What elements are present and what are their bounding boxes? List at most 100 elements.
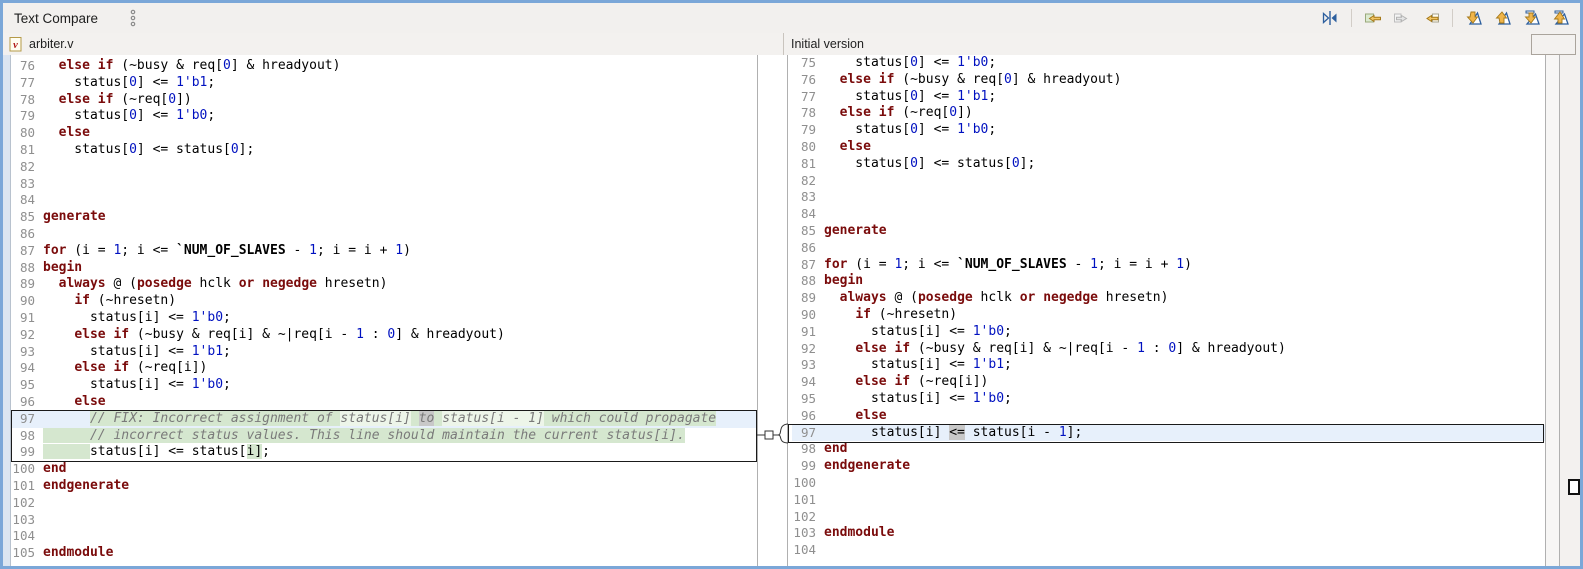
code-line[interactable]: 76 else if (~busy & req[0] & hreadyout) [792, 72, 1545, 89]
line-number: 102 [793, 508, 816, 524]
code-line[interactable]: 79 status[0] <= 1'b0; [11, 108, 757, 125]
code-line[interactable]: 103 [11, 512, 757, 529]
code-text: status[0] <= status[0]; [824, 155, 1036, 171]
right-scrollbar-track[interactable] [1545, 55, 1559, 566]
previous-difference-icon[interactable] [1492, 7, 1514, 29]
code-line[interactable]: 77 status[0] <= 1'b1; [11, 75, 757, 92]
code-line[interactable]: 88 begin [792, 273, 1545, 290]
code-line[interactable]: 86 [792, 240, 1545, 257]
overview-ruler-header[interactable] [1531, 34, 1576, 55]
code-text: else if (~req[0]) [839, 105, 973, 121]
code-line[interactable]: 85 generate [11, 209, 757, 226]
code-line[interactable]: 83 [792, 189, 1545, 206]
code-line[interactable]: 87 for (i = 1; i <= `NUM_OF_SLAVES - 1; i… [792, 257, 1545, 274]
code-line[interactable]: 78 else if (~req[0]) [792, 105, 1545, 122]
view-menu-icon[interactable] [128, 9, 138, 27]
code-line[interactable]: 93 status[i] <= 1'b1; [792, 357, 1545, 374]
line-number: 97 [800, 424, 816, 440]
diff-marker[interactable] [1568, 479, 1580, 495]
code-line[interactable]: 87 for (i = 1; i <= `NUM_OF_SLAVES - 1; i… [11, 243, 757, 260]
line-number: 99 [800, 458, 816, 474]
code-line[interactable]: 95 status[i] <= 1'b0; [11, 377, 757, 394]
right-editor-pane[interactable]: 75 status[0] <= 1'b0; 76 else if (~busy &… [788, 55, 1545, 566]
code-line[interactable]: 85 generate [792, 223, 1545, 240]
code-text: for (i = 1; i <= `NUM_OF_SLAVES - 1; i =… [43, 242, 411, 258]
code-line[interactable]: 82 [792, 173, 1545, 190]
code-line[interactable]: 76 else if (~busy & req[0] & hreadyout) [11, 58, 757, 75]
code-line[interactable]: 75 status[0] <= 1'b0; [792, 55, 1545, 72]
code-line[interactable]: 81 status[0] <= status[0]; [792, 156, 1545, 173]
line-number: 103 [12, 511, 35, 527]
code-text: if (~hresetn) [74, 293, 177, 309]
code-line[interactable]: 101 [792, 492, 1545, 509]
code-line[interactable]: 92 else if (~busy & req[i] & ~|req[i - 1… [792, 341, 1545, 358]
code-line[interactable]: 84 [792, 206, 1545, 223]
previous-change-icon[interactable] [1550, 7, 1572, 29]
code-line[interactable]: 80 else [792, 139, 1545, 156]
code-line[interactable]: 89 always @ (posedge hclk or negedge hre… [11, 276, 757, 293]
code-line[interactable]: 96 else [792, 408, 1545, 425]
code-line[interactable]: 82 [11, 159, 757, 176]
code-text: else [74, 393, 106, 409]
overview-ruler[interactable] [1559, 55, 1580, 566]
code-line[interactable]: 97 status[i] <= status[i - 1]; [792, 424, 1545, 442]
code-line[interactable]: 80 else [11, 125, 757, 142]
line-number: 79 [19, 108, 35, 124]
code-line[interactable]: 99 status[i] <= status[i]; [11, 444, 757, 461]
next-difference-icon[interactable] [1463, 7, 1485, 29]
toolbar-separator [1351, 9, 1352, 27]
code-line[interactable]: 81 status[0] <= status[0]; [11, 142, 757, 159]
next-change-icon[interactable] [1521, 7, 1543, 29]
swap-left-right-icon[interactable] [1319, 7, 1341, 29]
code-line[interactable]: 95 status[i] <= 1'b0; [792, 391, 1545, 408]
code-line[interactable]: 96 else [11, 394, 757, 411]
code-line[interactable]: 99 endgenerate [792, 458, 1545, 475]
code-line[interactable]: 84 [11, 192, 757, 209]
code-text: generate [824, 222, 887, 238]
copy-left-to-right-icon-disabled[interactable] [1391, 7, 1413, 29]
code-line[interactable]: 97 // FIX: Incorrect assignment of statu… [11, 410, 757, 428]
left-editor-pane[interactable]: 76 else if (~busy & req[0] & hreadyout) 7… [3, 55, 757, 566]
code-line[interactable]: 93 status[i] <= 1'b1; [11, 344, 757, 361]
line-number: 104 [12, 528, 35, 544]
line-number: 101 [12, 477, 35, 493]
code-line[interactable]: 91 status[i] <= 1'b0; [11, 310, 757, 327]
code-line[interactable]: 79 status[0] <= 1'b0; [792, 122, 1545, 139]
line-number: 85 [19, 209, 35, 225]
line-number: 82 [800, 172, 816, 188]
code-line[interactable]: 105 endmodule [11, 545, 757, 562]
code-line[interactable]: 88 begin [11, 260, 757, 277]
code-line[interactable]: 101 endgenerate [11, 478, 757, 495]
code-line[interactable]: 94 else if (~req[i]) [792, 374, 1545, 391]
code-line[interactable]: 77 status[0] <= 1'b1; [792, 89, 1545, 106]
code-line[interactable]: 94 else if (~req[i]) [11, 360, 757, 377]
code-text: status[i] <= 1'b0; [824, 323, 1012, 339]
code-line[interactable]: 86 [11, 226, 757, 243]
left-code-area[interactable]: 76 else if (~busy & req[0] & hreadyout) 7… [11, 55, 757, 562]
code-line[interactable]: 102 [792, 509, 1545, 526]
code-text: generate [43, 209, 106, 225]
code-line[interactable]: 103 endmodule [792, 525, 1545, 542]
code-line[interactable]: 100 end [11, 461, 757, 478]
copy-all-right-to-left-icon[interactable] [1362, 7, 1384, 29]
code-line[interactable]: 91 status[i] <= 1'b0; [792, 324, 1545, 341]
code-line[interactable]: 98 end [792, 441, 1545, 458]
code-line[interactable]: 90 if (~hresetn) [11, 293, 757, 310]
code-line[interactable]: 104 [792, 542, 1545, 559]
line-number: 94 [800, 374, 816, 390]
copy-right-to-left-icon[interactable] [1420, 7, 1442, 29]
code-text: end [824, 441, 848, 457]
code-text: status[0] <= 1'b1; [43, 74, 216, 90]
code-line[interactable]: 92 else if (~busy & req[i] & ~|req[i - 1… [11, 327, 757, 344]
code-line[interactable]: 98 // incorrect status values. This line… [11, 427, 757, 445]
code-line[interactable]: 100 [792, 475, 1545, 492]
code-line[interactable]: 89 always @ (posedge hclk or negedge hre… [792, 290, 1545, 307]
right-code-area[interactable]: 75 status[0] <= 1'b0; 76 else if (~busy &… [792, 55, 1545, 559]
code-line[interactable]: 90 if (~hresetn) [792, 307, 1545, 324]
code-line[interactable]: 104 [11, 528, 757, 545]
code-line[interactable]: 78 else if (~req[0]) [11, 92, 757, 109]
code-line[interactable]: 102 [11, 495, 757, 512]
code-line[interactable]: 83 [11, 176, 757, 193]
